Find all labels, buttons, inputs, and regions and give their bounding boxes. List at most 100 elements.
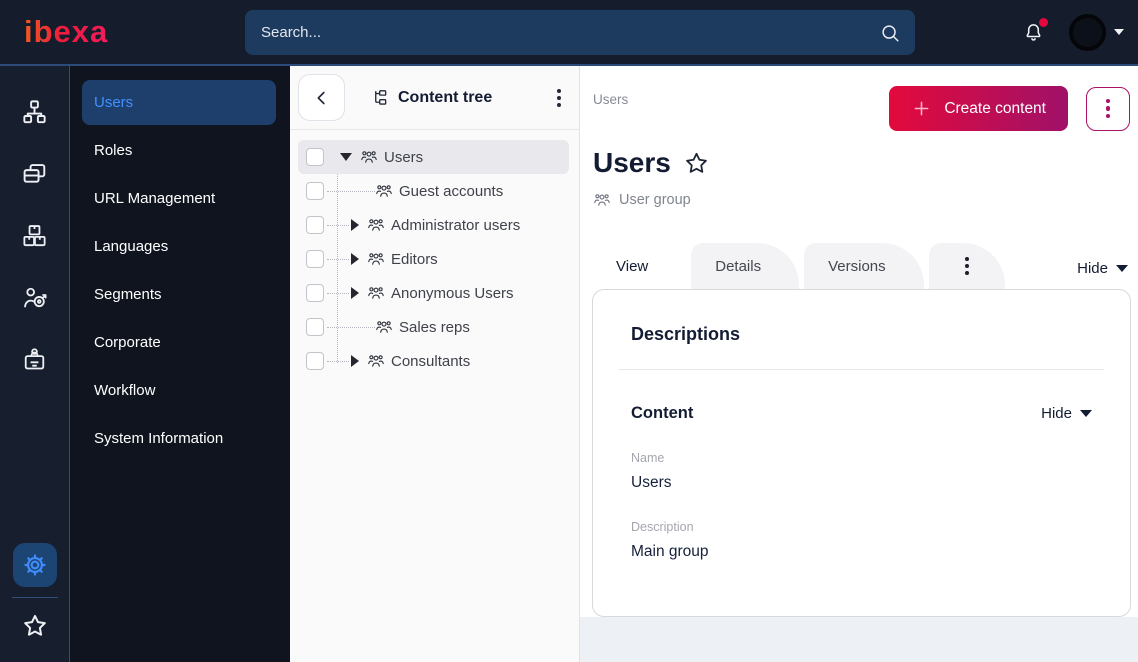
sidebar-item-segments[interactable]: Segments xyxy=(70,270,290,318)
bookmarks-star-icon[interactable] xyxy=(13,604,57,648)
expand-caret-icon[interactable] xyxy=(351,287,359,299)
create-content-button[interactable]: Create content xyxy=(889,86,1068,131)
tree-item-sales-reps[interactable]: Sales reps xyxy=(298,310,569,344)
tree-checkbox[interactable] xyxy=(306,318,324,336)
sidebar-item-corporate[interactable]: Corporate xyxy=(70,318,290,366)
tree-item-label: Editors xyxy=(391,250,438,268)
field-name: Name Users xyxy=(631,451,1104,492)
page-title: Users xyxy=(593,147,671,178)
tree-item-consultants[interactable]: Consultants xyxy=(298,344,569,378)
settings-gear-icon[interactable] xyxy=(12,543,57,587)
tab-versions[interactable]: Versions xyxy=(804,243,924,289)
sidebar-item-url-management[interactable]: URL Management xyxy=(70,174,290,222)
descriptions-card: Descriptions Content Hide Name Users Des… xyxy=(592,289,1131,617)
user-group-icon xyxy=(367,216,385,234)
card-heading: Descriptions xyxy=(631,324,741,344)
search-icon[interactable] xyxy=(879,22,901,44)
tree-checkbox[interactable] xyxy=(306,284,324,302)
plus-icon xyxy=(911,98,932,119)
breadcrumb: Users xyxy=(593,92,629,107)
expand-caret-icon[interactable] xyxy=(351,253,359,265)
tab-more-kebab[interactable] xyxy=(928,243,1005,289)
pages-icon[interactable] xyxy=(4,142,66,204)
hide-section-toggle[interactable]: Hide xyxy=(1041,405,1092,422)
ibexa-logo: ibexa xyxy=(24,14,109,49)
content-tree-header: Content tree xyxy=(290,66,579,130)
field-value: Main group xyxy=(631,543,709,560)
tree-dotted-leader xyxy=(327,292,349,294)
sidebar-item-users[interactable]: Users xyxy=(82,80,276,125)
tree-item-editors[interactable]: Editors xyxy=(298,242,569,276)
rail-divider xyxy=(11,597,58,598)
title-row: Users xyxy=(593,147,1138,179)
tree-checkbox[interactable] xyxy=(306,182,324,200)
content-tree-rows: Users Guest accounts Administrator users xyxy=(290,130,579,378)
caret-down-icon xyxy=(1116,265,1128,272)
sidebar-item-roles[interactable]: Roles xyxy=(70,126,290,174)
tree-item-administrator-users[interactable]: Administrator users xyxy=(298,208,569,242)
tab-bar: View Details Versions Hide xyxy=(580,209,1138,289)
content-tree-title: Content tree xyxy=(371,88,492,107)
tree-checkbox[interactable] xyxy=(306,216,324,234)
sidebar-item-system-information[interactable]: System Information xyxy=(70,414,290,462)
tree-options-kebab-icon[interactable] xyxy=(551,83,567,113)
content-type-label: User group xyxy=(619,192,691,208)
tree-item-label: Anonymous Users xyxy=(391,284,514,302)
notifications-bell-icon[interactable] xyxy=(1022,17,1048,44)
tree-item-users[interactable]: Users xyxy=(298,140,569,174)
main-header: Users Create content xyxy=(580,66,1138,131)
tree-item-anonymous-users[interactable]: Anonymous Users xyxy=(298,276,569,310)
sidebar-item-workflow[interactable]: Workflow xyxy=(70,366,290,414)
tree-checkbox[interactable] xyxy=(306,250,324,268)
expand-caret-icon[interactable] xyxy=(351,355,359,367)
search-input[interactable] xyxy=(245,9,915,55)
user-group-icon xyxy=(367,352,385,370)
tree-dotted-leader xyxy=(327,190,375,192)
field-description: Description Main group xyxy=(631,520,1104,561)
field-label: Description xyxy=(631,520,694,534)
user-group-icon xyxy=(375,318,393,336)
caret-down-icon xyxy=(1080,410,1092,417)
user-avatar[interactable] xyxy=(1069,13,1106,51)
topbar: ibexa xyxy=(0,0,1138,66)
section-title: Content xyxy=(631,404,694,422)
tree-dotted-leader xyxy=(327,224,349,226)
tree-item-label: Administrator users xyxy=(391,216,521,234)
topbar-right xyxy=(1022,13,1124,51)
tree-item-label: Guest accounts xyxy=(399,182,504,200)
tree-dotted-leader xyxy=(327,258,349,260)
content-tree-icon xyxy=(375,90,387,105)
hide-panel-toggle[interactable]: Hide xyxy=(1077,260,1128,277)
more-actions-kebab-button[interactable] xyxy=(1086,86,1130,131)
content-tree-panel: Content tree Users Guest accounts Admini… xyxy=(290,66,580,662)
user-group-icon xyxy=(367,284,385,302)
tree-item-label: Sales reps xyxy=(399,318,470,336)
sidebar-menu: Users Roles URL Management Languages Seg… xyxy=(70,66,290,662)
rail-bottom xyxy=(0,543,69,648)
content-type-row: User group xyxy=(593,191,1138,209)
account-caret-down-icon[interactable] xyxy=(1114,29,1124,35)
tab-details[interactable]: Details xyxy=(691,243,800,289)
tree-item-guest-accounts[interactable]: Guest accounts xyxy=(298,174,569,208)
content-section-header: Content Hide xyxy=(631,404,1092,423)
product-boxes-icon[interactable] xyxy=(4,204,66,266)
sidebar-item-languages[interactable]: Languages xyxy=(70,222,290,270)
tree-checkbox[interactable] xyxy=(306,148,324,166)
tree-checkbox[interactable] xyxy=(306,352,324,370)
tree-dotted-leader xyxy=(327,360,349,362)
personalization-target-icon[interactable] xyxy=(4,266,66,328)
header-actions: Create content xyxy=(889,86,1130,131)
user-group-icon xyxy=(367,250,385,268)
logo-container[interactable]: ibexa xyxy=(24,14,245,50)
bottom-strip xyxy=(580,617,1138,662)
tree-item-label: Consultants xyxy=(391,352,471,370)
expand-caret-icon[interactable] xyxy=(351,219,359,231)
user-group-icon xyxy=(360,148,378,166)
tab-view[interactable]: View xyxy=(592,243,687,289)
favorite-star-icon[interactable] xyxy=(683,150,710,177)
sitemap-icon[interactable] xyxy=(4,80,66,142)
corporate-badge-icon[interactable] xyxy=(4,328,66,390)
collapse-tree-button[interactable] xyxy=(298,74,345,121)
collapse-caret-icon[interactable] xyxy=(340,153,352,161)
main-content: Users Create content Users User group Vi… xyxy=(580,66,1138,662)
